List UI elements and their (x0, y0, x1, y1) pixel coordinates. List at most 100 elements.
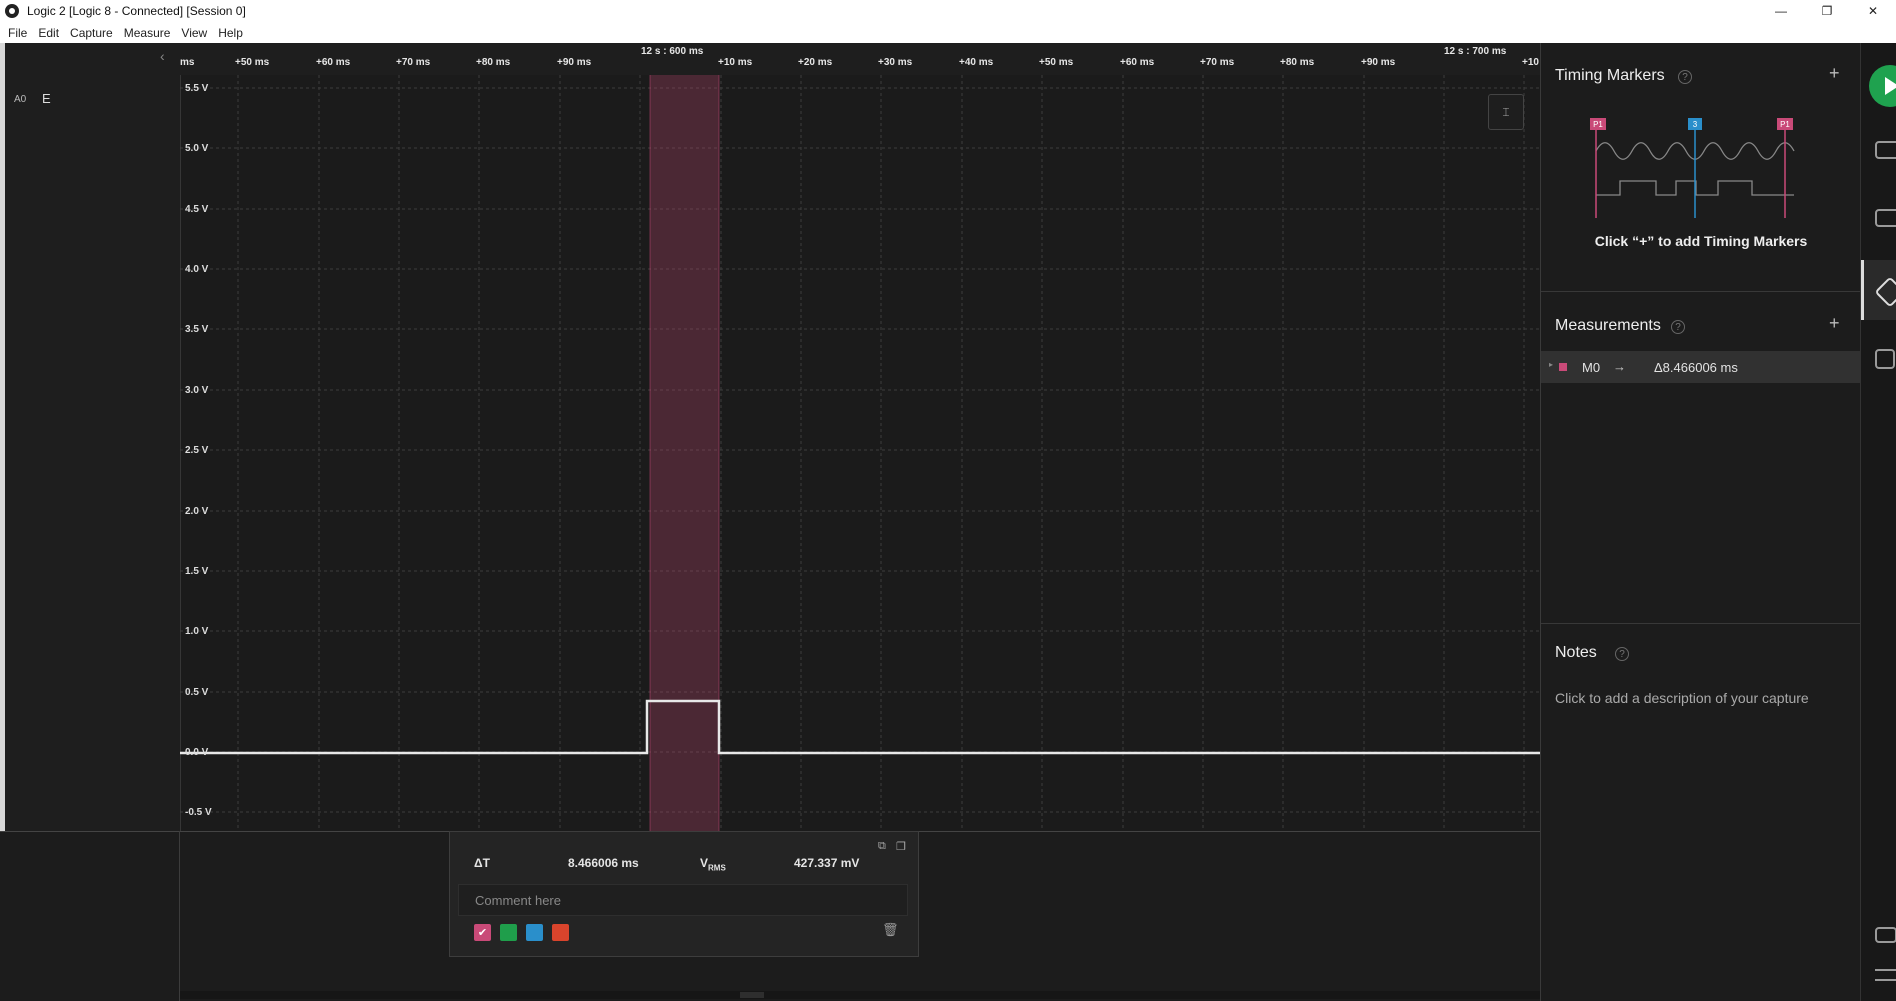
menu-view[interactable]: View (181, 26, 207, 40)
y-axis-label: 4.5 V (185, 204, 209, 215)
menu-capture[interactable]: Capture (70, 26, 113, 40)
marker-label: 3 (1693, 120, 1698, 129)
color-swatch-green[interactable] (500, 924, 517, 941)
time-tick: +60 ms (1120, 57, 1155, 68)
delete-icon[interactable]: 🗑 (882, 922, 899, 938)
menu-icon[interactable] (1875, 969, 1896, 981)
menu-bar: File Edit Capture Measure View Help (0, 22, 1896, 43)
divider (1541, 291, 1861, 292)
bottom-divider (179, 831, 180, 1001)
menu-measure[interactable]: Measure (124, 26, 171, 40)
close-button[interactable]: ✕ (1850, 0, 1896, 22)
timing-markers-title: Timing Markers (1555, 67, 1665, 84)
time-anchor-label: 12 s : 700 ms (1444, 46, 1507, 57)
measurements-title: Measurements (1555, 317, 1661, 334)
waveform-plot[interactable] (180, 75, 1540, 831)
measurement-color-icon (1559, 363, 1567, 371)
device-icon[interactable] (1875, 141, 1896, 159)
time-tick: +30 ms (878, 57, 913, 68)
right-toolbar (1860, 43, 1896, 1001)
copy-icon[interactable]: ❐ (896, 840, 906, 853)
notes-title: Notes (1555, 644, 1597, 661)
add-measurement-button[interactable]: + (1829, 313, 1840, 334)
y-axis-label: 1.5 V (185, 566, 209, 577)
time-tick: +20 ms (798, 57, 833, 68)
measurement-name: M0 (1582, 360, 1601, 375)
start-capture-button[interactable] (1869, 65, 1896, 107)
analyzers-icon[interactable] (1875, 209, 1896, 227)
y-axis-label: 1.0 V (185, 626, 209, 637)
horizontal-scrollbar[interactable] (180, 991, 1540, 999)
y-axis-label: -0.5 V (185, 807, 212, 818)
channel-label: A0 (14, 94, 27, 105)
time-tick: +80 ms (1280, 57, 1315, 68)
timing-markers-hint: Click “+” to add Timing Markers (1594, 233, 1808, 249)
help-icon[interactable]: ? (1678, 70, 1692, 84)
add-timing-marker-button[interactable]: + (1829, 63, 1840, 84)
time-tick: +90 ms (1361, 57, 1396, 68)
y-axis-label: 3.0 V (185, 385, 209, 396)
waveform-svg (180, 75, 1540, 831)
y-axis-label: 5.5 V (185, 83, 209, 94)
timing-markers-illustration: P1 3 P1 (1590, 118, 1795, 218)
color-swatch-blue[interactable] (526, 924, 543, 941)
time-tick: +70 ms (1200, 57, 1235, 68)
marker-label: P1 (1593, 120, 1603, 129)
y-axis-label: 0.0 V (185, 747, 209, 758)
collapse-channels-icon[interactable]: ‹ (160, 48, 165, 64)
measurement-row[interactable]: ▸ M0 → Δ8.466006 ms (1541, 351, 1861, 383)
time-tick: +90 ms (557, 57, 592, 68)
menu-edit[interactable]: Edit (38, 26, 59, 40)
channel-name[interactable]: E (42, 91, 51, 106)
vrms-label: VRMS (700, 856, 726, 872)
time-tick: ms (180, 57, 195, 68)
notes-input[interactable]: Click to add a description of your captu… (1555, 690, 1809, 706)
window-title: Logic 2 [Logic 8 - Connected] [Session 0… (27, 4, 246, 18)
fit-vertical-button[interactable]: ⌶ (1488, 94, 1524, 130)
time-tick: +10 (1522, 57, 1539, 68)
delta-t-label: ΔT (474, 856, 490, 870)
measurement-popup: ⧉ ❐ ΔT 8.466006 ms VRMS 427.337 mV Comme… (449, 831, 919, 957)
right-panel: Timing Markers ? + P1 3 P1 Click “+” to … (1540, 43, 1861, 1001)
channel-panel (5, 43, 180, 831)
time-anchor-label: 12 s : 600 ms (641, 46, 704, 57)
time-tick: +60 ms (316, 57, 351, 68)
y-axis-label: 5.0 V (185, 143, 209, 154)
timeline-ruler[interactable]: ms +50 ms +60 ms +70 ms +80 ms +90 ms 12… (180, 43, 1540, 75)
extensions-icon[interactable] (1875, 349, 1895, 369)
minimize-button[interactable]: — (1758, 0, 1804, 22)
measurement-region (650, 75, 719, 831)
time-tick: +40 ms (959, 57, 994, 68)
feedback-icon[interactable] (1875, 927, 1896, 943)
time-tick: +50 ms (1039, 57, 1074, 68)
window-controls: — ❐ ✕ (1758, 0, 1896, 22)
menu-file[interactable]: File (8, 26, 27, 40)
expand-row-icon[interactable]: ▸ (1549, 360, 1553, 369)
marker-label: P1 (1780, 120, 1790, 129)
divider (1541, 623, 1861, 624)
vrms-subscript: RMS (708, 863, 726, 873)
delta-t-value: 8.466006 ms (568, 856, 639, 870)
comment-input[interactable]: Comment here (458, 884, 908, 916)
expand-icon[interactable]: ⧉ (878, 840, 886, 853)
time-tick: +70 ms (396, 57, 431, 68)
signal-trace (180, 699, 1540, 755)
color-swatch-red[interactable] (552, 924, 569, 941)
time-tick: +10 ms (718, 57, 753, 68)
y-axis-label: 0.5 V (185, 687, 209, 698)
restore-button[interactable]: ❐ (1804, 0, 1850, 22)
app-logo-icon (5, 4, 19, 18)
vrms-letter: V (700, 856, 709, 870)
help-icon[interactable]: ? (1615, 647, 1629, 661)
y-axis-label: 3.5 V (185, 324, 209, 335)
scrollbar-handle[interactable] (740, 992, 764, 998)
title-bar: Logic 2 [Logic 8 - Connected] [Session 0… (0, 0, 1896, 22)
color-swatch-pink[interactable]: ✔ (474, 924, 491, 941)
time-tick: +50 ms (235, 57, 270, 68)
measurement-value: Δ8.466006 ms (1654, 360, 1738, 375)
menu-help[interactable]: Help (218, 26, 243, 40)
help-icon[interactable]: ? (1671, 320, 1685, 334)
time-tick: +80 ms (476, 57, 511, 68)
goto-arrow-icon[interactable]: → (1613, 359, 1626, 374)
y-axis-label: 2.5 V (185, 445, 209, 456)
